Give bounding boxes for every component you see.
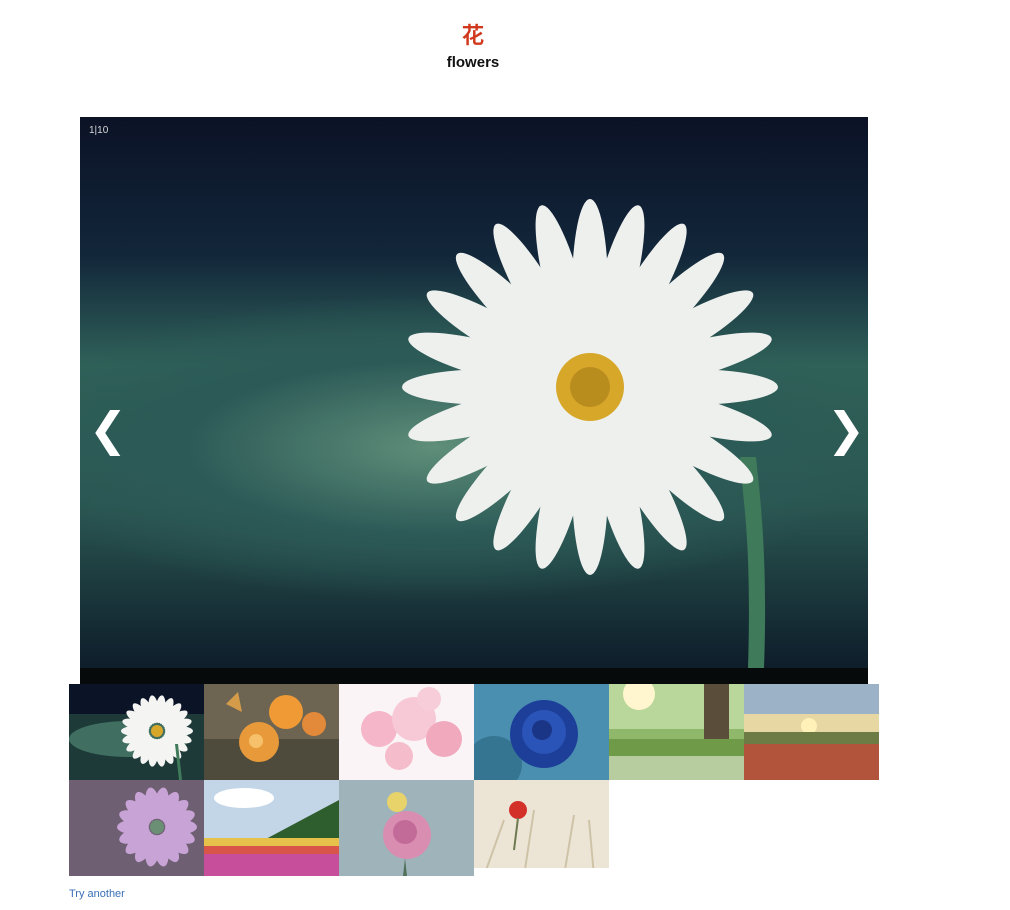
try-another-link[interactable]: Try another — [69, 888, 125, 900]
thumbnail-flower-field-trees[interactable] — [204, 780, 339, 876]
thumbnail-orange-flowers-butterfly[interactable] — [204, 684, 339, 780]
thumbnail-blue-rose[interactable] — [474, 684, 609, 780]
chevron-left-icon[interactable]: ❮ — [88, 399, 128, 459]
thumbnail-pink-rose[interactable] — [339, 780, 474, 876]
thumbnail-sunny-meadow[interactable] — [609, 684, 744, 780]
image-counter: 1|10 — [89, 125, 109, 136]
title-word: flowers — [446, 54, 500, 71]
thumbnail-red-poppy-grass[interactable] — [474, 780, 609, 868]
thumbnail-purple-daisy[interactable] — [69, 780, 204, 876]
viewer-bottom-bar — [80, 668, 868, 684]
chevron-right-icon[interactable]: ❯ — [826, 399, 866, 459]
main-image-viewer: 1|10 ❮ ❯ — [80, 117, 868, 668]
main-image-white-daisy — [402, 199, 778, 668]
thumbnail-white-daisy[interactable] — [69, 684, 204, 780]
thumbnail-pink-cherry-blossom[interactable] — [339, 684, 474, 780]
thumbnail-poppy-field-sunset[interactable] — [744, 684, 879, 780]
title-kanji: 花 — [461, 24, 484, 49]
